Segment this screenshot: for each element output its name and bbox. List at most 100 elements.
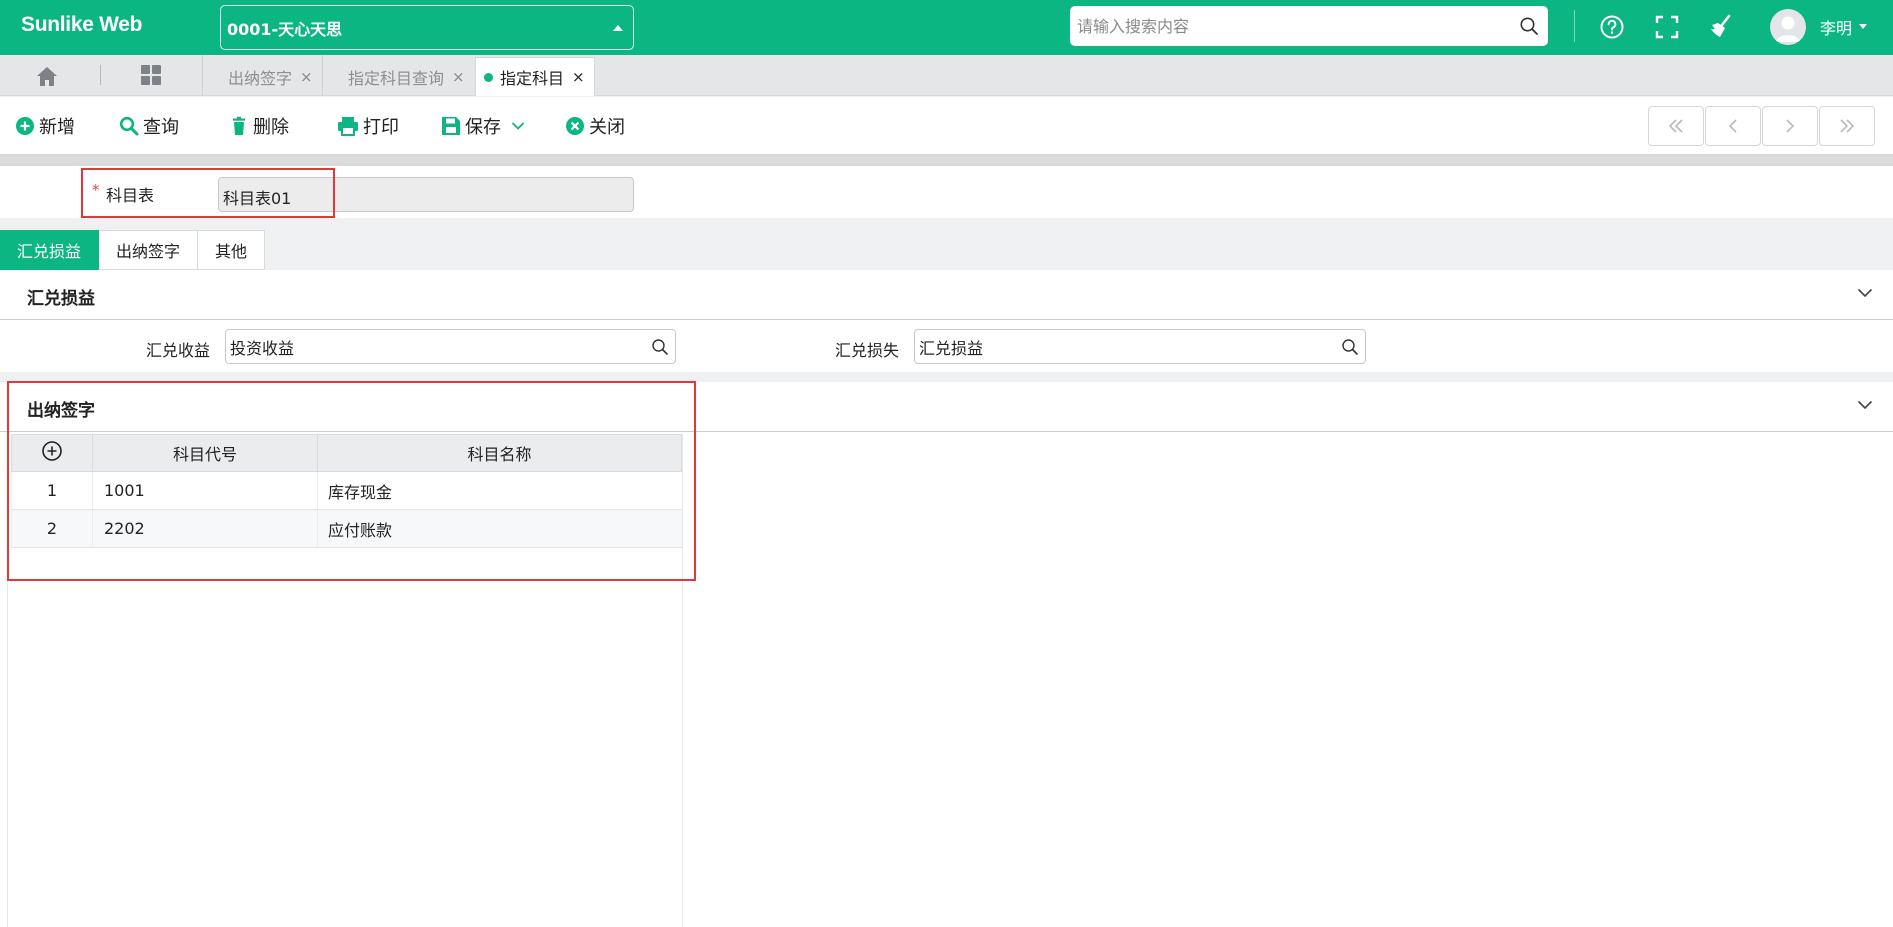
fx-gain-lookup bbox=[225, 329, 676, 364]
first-record-button[interactable] bbox=[1648, 106, 1704, 146]
close-button-label: 关闭 bbox=[589, 117, 625, 138]
column-header-code[interactable]: 科目代号 bbox=[92, 434, 318, 472]
apps-grid-icon[interactable] bbox=[140, 64, 162, 86]
plus-circle-icon bbox=[42, 441, 62, 461]
subtab-fx-gain-loss[interactable]: 汇兑损益 bbox=[0, 230, 100, 270]
close-button[interactable]: 关闭 bbox=[565, 113, 625, 139]
chevron-left-icon bbox=[1728, 119, 1737, 133]
page-tab-strip: 出纳签字 × 指定科目查询 × 指定科目 × bbox=[0, 55, 1893, 96]
broom-clean-icon[interactable] bbox=[1707, 13, 1735, 41]
account-code-cell[interactable]: 1001 bbox=[92, 471, 318, 510]
tab-label: 指定科目查询 bbox=[348, 68, 445, 88]
top-header: Sunlike Web 0001-天心天思 请输入搜索内容 李明 bbox=[0, 0, 1893, 55]
search-input[interactable] bbox=[1070, 6, 1548, 46]
close-circle-icon bbox=[566, 117, 584, 135]
printer-icon bbox=[338, 117, 358, 136]
grid-border bbox=[7, 434, 8, 927]
double-chevron-left-icon bbox=[1668, 119, 1683, 133]
trash-icon bbox=[233, 116, 245, 135]
tab-divider bbox=[322, 55, 323, 96]
user-icon bbox=[1776, 16, 1800, 42]
section-title: 汇兑损益 bbox=[27, 289, 95, 309]
add-button[interactable]: 新增 bbox=[15, 113, 75, 139]
subtab-cashier-sign[interactable]: 出纳签字 bbox=[99, 230, 199, 270]
fx-gain-label: 汇兑收益 bbox=[146, 341, 211, 360]
section-gap bbox=[0, 372, 1893, 382]
account-code-cell[interactable]: 2202 bbox=[92, 509, 318, 548]
account-name-cell[interactable]: 应付账款 bbox=[317, 509, 682, 548]
fx-gain-input[interactable] bbox=[226, 330, 675, 363]
column-header-name[interactable]: 科目名称 bbox=[317, 434, 682, 472]
user-name[interactable]: 李明 bbox=[1820, 15, 1852, 39]
query-button[interactable]: 查询 bbox=[119, 113, 179, 139]
next-record-button[interactable] bbox=[1762, 106, 1818, 146]
active-dot-icon bbox=[484, 72, 493, 82]
prev-record-button[interactable] bbox=[1705, 106, 1761, 146]
add-row-button[interactable] bbox=[11, 434, 93, 472]
org-selector[interactable]: 0001-天心天思 bbox=[220, 5, 634, 50]
tab-cashier-sign[interactable]: 出纳签字 × bbox=[228, 57, 313, 96]
table-row[interactable]: 1 1001 库存现金 bbox=[11, 471, 682, 510]
floppy-save-icon bbox=[442, 117, 460, 135]
section-header-cashier[interactable]: 出纳签字 bbox=[0, 382, 1893, 432]
add-button-label: 新增 bbox=[39, 117, 75, 138]
subtab-other[interactable]: 其他 bbox=[198, 230, 266, 270]
account-name-cell[interactable]: 库存现金 bbox=[317, 471, 682, 510]
tab-account-query[interactable]: 指定科目查询 × bbox=[348, 57, 465, 96]
print-button[interactable]: 打印 bbox=[337, 113, 399, 139]
global-search bbox=[1070, 6, 1548, 46]
plus-circle-icon bbox=[16, 117, 34, 135]
row-number: 2 bbox=[11, 509, 93, 548]
search-icon[interactable] bbox=[651, 338, 669, 356]
fx-loss-lookup bbox=[914, 329, 1366, 364]
save-button[interactable]: 保存 bbox=[441, 113, 529, 139]
cashier-accounts-grid: 科目代号 科目名称 1 1001 库存现金 2 2202 应付账款 bbox=[11, 434, 682, 548]
action-toolbar: 新增 查询 删除 打印 保存 关闭 bbox=[0, 97, 1893, 154]
close-icon[interactable]: × bbox=[300, 68, 313, 86]
search-icon[interactable] bbox=[1341, 338, 1359, 356]
search-icon[interactable] bbox=[1519, 16, 1539, 36]
save-button-label: 保存 bbox=[465, 117, 501, 138]
last-record-button[interactable] bbox=[1819, 106, 1875, 146]
fullscreen-icon[interactable] bbox=[1653, 13, 1681, 41]
chevron-down-icon[interactable] bbox=[1857, 288, 1873, 298]
tab-label: 指定科目 bbox=[500, 69, 565, 88]
fx-loss-input[interactable] bbox=[915, 330, 1365, 363]
org-selector-value: 0001-天心天思 bbox=[227, 19, 343, 39]
grid-header-row: 科目代号 科目名称 bbox=[11, 434, 682, 472]
toolbar-separator bbox=[0, 154, 1893, 166]
section-header-fx[interactable]: 汇兑损益 bbox=[0, 270, 1893, 320]
tab-divider bbox=[202, 55, 203, 96]
page-root: Sunlike Web 0001-天心天思 请输入搜索内容 李明 出纳签字 × … bbox=[0, 0, 1893, 927]
help-icon[interactable] bbox=[1598, 13, 1626, 41]
required-mark: * bbox=[92, 181, 100, 199]
tab-content bbox=[0, 270, 1893, 927]
fx-loss-label: 汇兑损失 bbox=[835, 341, 900, 360]
section-title: 出纳签字 bbox=[27, 401, 95, 421]
table-row[interactable]: 2 2202 应付账款 bbox=[11, 509, 682, 548]
header-divider bbox=[1574, 10, 1575, 42]
header-form: * 科目表 科目表01 bbox=[0, 166, 1893, 218]
chart-of-accounts-label: 科目表 bbox=[106, 186, 155, 205]
delete-button-label: 删除 bbox=[253, 117, 289, 138]
chevron-down-icon[interactable] bbox=[1857, 400, 1873, 410]
tab-assign-account[interactable]: 指定科目 × bbox=[475, 57, 595, 96]
close-icon[interactable]: × bbox=[572, 68, 585, 86]
double-chevron-right-icon bbox=[1840, 119, 1855, 133]
tab-divider bbox=[100, 65, 101, 85]
brand-logo: Sunlike Web bbox=[21, 13, 143, 36]
row-number: 1 bbox=[11, 471, 93, 510]
caret-down-icon[interactable] bbox=[1859, 24, 1867, 29]
caret-up-icon bbox=[613, 25, 623, 31]
home-icon[interactable] bbox=[35, 65, 59, 87]
search-icon bbox=[119, 116, 139, 136]
close-icon[interactable]: × bbox=[452, 68, 465, 86]
query-button-label: 查询 bbox=[143, 117, 179, 138]
chart-of-accounts-field[interactable]: 科目表01 bbox=[218, 177, 634, 212]
avatar[interactable] bbox=[1770, 9, 1806, 45]
chevron-right-icon bbox=[1786, 119, 1795, 133]
delete-button[interactable]: 删除 bbox=[229, 113, 289, 139]
print-button-label: 打印 bbox=[363, 117, 399, 138]
tab-label: 出纳签字 bbox=[228, 68, 293, 88]
chevron-down-icon[interactable] bbox=[511, 121, 525, 131]
